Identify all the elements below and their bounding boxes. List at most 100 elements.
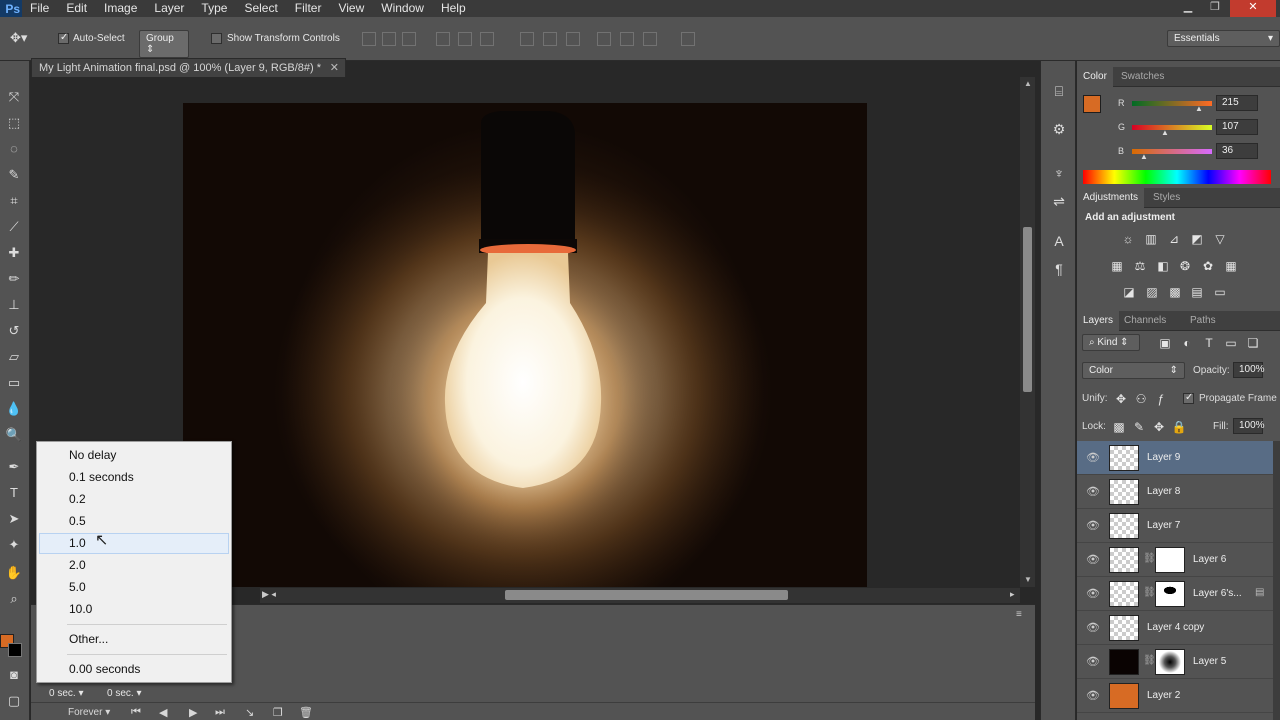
red-slider-handle[interactable]: ▲ [1195,104,1203,113]
posterize-icon[interactable]: ▨ [1144,285,1160,299]
menu-type[interactable]: Type [193,0,236,17]
menu-file[interactable]: File [22,0,58,17]
exposure-icon[interactable]: ◩ [1189,232,1205,246]
align-top-icon[interactable] [362,32,376,46]
blend-mode-select[interactable]: Color ⇕ [1082,362,1185,379]
show-transform-checkbox[interactable] [211,33,222,44]
background-color-swatch[interactable] [8,643,22,657]
unify-position-icon[interactable]: ✥ [1113,392,1129,406]
layer-row[interactable]: 👁 ⛓ Layer 5 [1077,645,1273,679]
menu-image[interactable]: Image [96,0,146,17]
dodge-tool-icon[interactable]: 🔍 [3,425,25,445]
restore-icon[interactable]: ❐ [1203,0,1227,17]
align-left-icon[interactable] [436,32,450,46]
move-tool-icon[interactable]: ✥▾ [10,30,27,46]
crop-tool-icon[interactable]: ⌗ [3,191,25,211]
layer-mask-thumbnail[interactable] [1155,649,1185,675]
type-tool-icon[interactable]: T [3,483,25,503]
link-chain-icon[interactable]: ⛓ [1143,553,1156,564]
stamp-tool-icon[interactable]: ⊥ [3,295,25,315]
tab-paths[interactable]: Paths [1184,311,1222,331]
properties-panel-icon[interactable]: ⚙ [1049,121,1069,141]
filter-type-icon[interactable]: T [1201,336,1217,350]
green-slider[interactable] [1132,125,1212,130]
foreground-color-swatch[interactable] [1083,95,1101,113]
eraser-tool-icon[interactable]: ▱ [3,347,25,367]
panel-menu-icon[interactable]: ≡ [1016,609,1022,620]
fill-field[interactable]: 100% [1233,418,1265,434]
tab-color[interactable]: Color [1077,67,1113,87]
healing-tool-icon[interactable]: ✚ [3,243,25,263]
delete-frame-icon[interactable]: 🗑 [299,706,313,719]
marquee-tool-icon[interactable]: ⬚ [3,113,25,133]
unify-style-icon[interactable]: ƒ [1153,392,1169,406]
lock-pixels-icon[interactable]: ✎ [1131,420,1147,434]
delay-option-5-0[interactable]: 5.0 [69,577,86,597]
quick-select-tool-icon[interactable]: ✎ [3,165,25,185]
history-panel-icon[interactable]: ⌸ [1049,83,1069,103]
delay-option-0-2[interactable]: 0.2 [69,489,86,509]
visibility-eye-icon[interactable]: 👁 [1086,689,1100,702]
layer-mask-thumbnail[interactable] [1155,581,1185,607]
black-white-icon[interactable]: ◧ [1155,259,1171,273]
color-spectrum-bar[interactable] [1083,170,1271,184]
layer-row[interactable]: 👁 Layer 9 [1077,441,1273,475]
delay-option-no-delay[interactable]: No delay [69,445,116,465]
shape-tool-icon[interactable]: ✦ [3,535,25,555]
lock-transparent-icon[interactable]: ▩ [1111,420,1127,434]
visibility-eye-icon[interactable]: 👁 [1086,587,1100,600]
layer-row[interactable]: 👁 Layer 4 copy [1077,611,1273,645]
horizontal-scroll-thumb[interactable] [505,590,788,600]
vertical-scrollbar[interactable]: ▲ ▼ [1020,77,1035,587]
gradient-map-icon[interactable]: ▭ [1212,285,1228,299]
menu-select[interactable]: Select [236,0,286,17]
auto-select-checkbox[interactable] [58,33,69,44]
close-tab-icon[interactable]: ✕ [330,59,339,77]
propagate-checkbox[interactable] [1183,393,1194,404]
threshold-icon[interactable]: ▩ [1167,285,1183,299]
layer-row[interactable]: 👁 ⛓ Layer 6's... ▤ [1077,577,1273,611]
lock-position-icon[interactable]: ✥ [1151,420,1167,434]
visibility-eye-icon[interactable]: 👁 [1086,621,1100,634]
layer-mask-thumbnail[interactable] [1155,547,1185,573]
lasso-tool-icon[interactable]: ◌ [3,139,25,159]
distribute-bottom-icon[interactable] [566,32,580,46]
history-brush-tool-icon[interactable]: ↺ [3,321,25,341]
hue-saturation-icon[interactable]: ▦ [1109,259,1125,273]
document-canvas[interactable] [183,103,867,587]
distribute-vcenter-icon[interactable] [543,32,557,46]
minimize-icon[interactable]: ▁ [1176,0,1200,17]
menu-window[interactable]: Window [373,0,433,17]
tween-icon[interactable]: ↘ [245,706,254,719]
scroll-right-icon[interactable]: ▸ [1010,589,1015,600]
tab-layers[interactable]: Layers [1077,311,1120,331]
color-balance-icon[interactable]: ⚖ [1132,259,1148,273]
align-right-icon[interactable] [480,32,494,46]
brightness-contrast-icon[interactable]: ☼ [1120,232,1136,246]
lock-all-icon[interactable]: 🔒 [1171,420,1187,434]
green-slider-handle[interactable]: ▲ [1161,128,1169,137]
align-bottom-icon[interactable] [402,32,416,46]
distribute-hcenter-icon[interactable] [620,32,634,46]
vibrance-icon[interactable]: ▽ [1212,232,1228,246]
character-panel-icon[interactable]: A [1049,233,1069,253]
filter-smart-object-icon[interactable]: ❏ [1245,336,1261,350]
visibility-eye-icon[interactable]: 👁 [1086,553,1100,566]
opacity-field[interactable]: 100% [1233,362,1265,378]
prev-frame-icon[interactable]: ◀ [159,706,167,719]
unify-visibility-icon[interactable]: ⚇ [1133,392,1149,406]
photo-filter-icon[interactable]: ❂ [1177,259,1193,273]
blue-value-field[interactable]: 36 [1216,143,1258,159]
filter-adjustment-icon[interactable]: ◐ [1179,336,1195,350]
delay-option-10-0[interactable]: 10.0 [69,599,92,619]
levels-icon[interactable]: ▥ [1143,232,1159,246]
layer-filter-select[interactable]: ⌕ Kind ⇕ [1082,334,1140,351]
next-frame-icon[interactable]: ⏭ [215,706,225,719]
smart-filter-icon[interactable]: ▤ [1255,587,1264,598]
play-icon[interactable]: ▶ [189,706,197,719]
vertical-scroll-thumb[interactable] [1023,227,1032,392]
scroll-down-icon[interactable]: ▼ [1024,575,1032,584]
invert-icon[interactable]: ◪ [1121,285,1137,299]
tab-adjustments[interactable]: Adjustments [1077,188,1145,208]
delay-option-1-0[interactable]: 1.0 [69,533,86,553]
